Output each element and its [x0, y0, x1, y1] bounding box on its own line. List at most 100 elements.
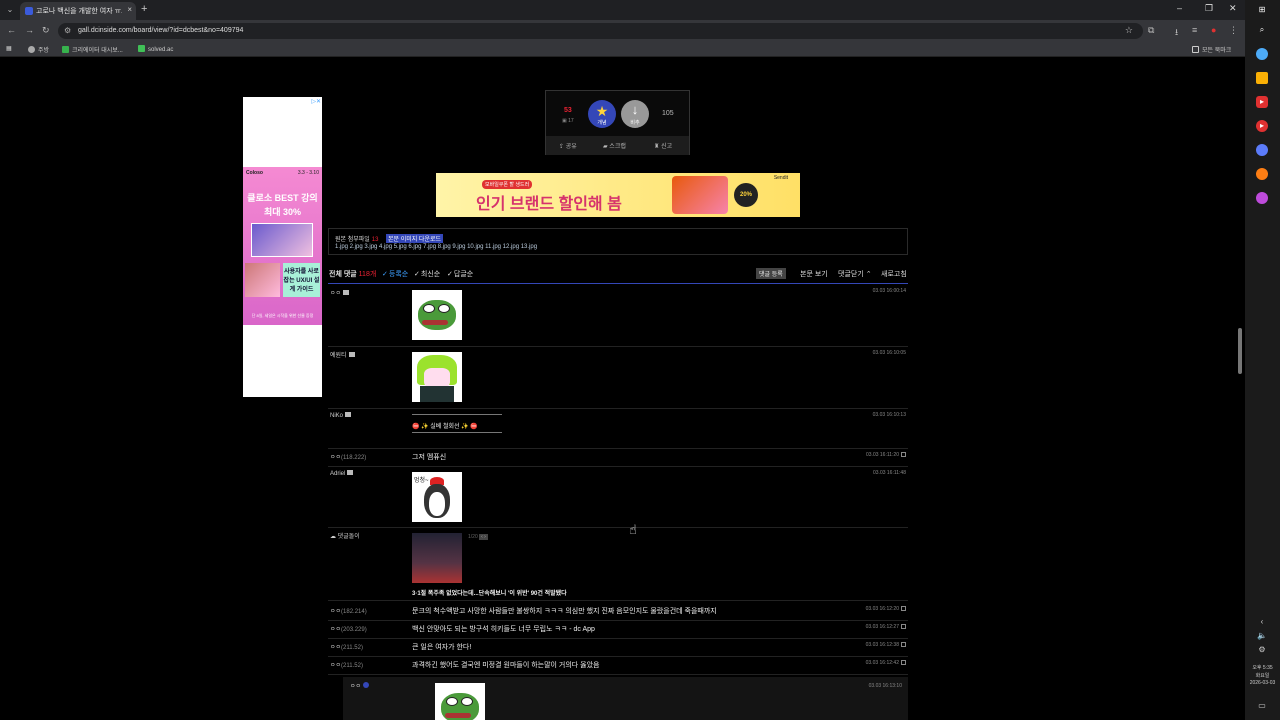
clock-date[interactable]: 2026-03-03: [1247, 680, 1278, 686]
chevron-icon[interactable]: ‹: [1256, 616, 1268, 628]
reply-nick[interactable]: ㅇㅇ: [350, 681, 369, 690]
comment-total: 전체 댓글 118개: [329, 271, 377, 278]
pager-arrows-icon[interactable]: ‹ ›: [479, 534, 488, 540]
reply-comment: ㅇㅇ 03.03 16:13:10: [343, 677, 908, 720]
downvote-button[interactable]: ↓ 비추: [621, 100, 649, 128]
bookmark-star-icon[interactable]: ☆: [1125, 25, 1133, 36]
site-info-icon[interactable]: ⚙: [64, 26, 71, 35]
menu-icon[interactable]: ⋮: [1229, 25, 1238, 36]
notification-icon[interactable]: ▭: [1256, 700, 1268, 712]
reload-icon[interactable]: ↻: [42, 25, 50, 36]
comment-nick[interactable]: ㅇㅇ(211.52): [330, 642, 363, 651]
comment-body: [412, 290, 462, 340]
profile-icon[interactable]: ●: [1211, 25, 1216, 35]
discord-icon[interactable]: [1256, 144, 1268, 156]
attachment-list[interactable]: 1.jpg 2.jpg 3.jpg 4.jpg 5.jpg 6.jpg 7.jp…: [335, 244, 537, 250]
volume-icon[interactable]: 🔈: [1256, 630, 1268, 642]
back-icon[interactable]: ←: [7, 25, 16, 35]
comment-nick[interactable]: NiKo: [330, 412, 352, 419]
extensions-icon[interactable]: ⧉: [1148, 25, 1154, 36]
comment-nick[interactable]: ㅇㅇ(118.222): [330, 452, 366, 461]
media-icon[interactable]: ≡: [1192, 25, 1197, 35]
ad-close-icon[interactable]: ▷✕: [311, 98, 321, 105]
search-icon[interactable]: ⌕: [1256, 24, 1268, 36]
comment-date: 03.03 16:12:20: [866, 606, 906, 612]
refresh-button[interactable]: 새로고침: [881, 269, 907, 279]
comment-date: 03.03 16:11:20: [866, 452, 906, 458]
youtube-icon[interactable]: ▸: [1256, 96, 1268, 108]
mid-ad-banner[interactable]: 모바일쿠폰 할 생드러 인기 브랜드 할인해 봄 20% Sendit: [436, 173, 800, 217]
sort-replies[interactable]: ✓답글순: [447, 269, 473, 279]
delete-icon[interactable]: [901, 624, 906, 629]
firefox-icon[interactable]: [1256, 168, 1268, 180]
new-tab-icon[interactable]: +: [141, 3, 147, 15]
downvote-label: 비추: [630, 120, 640, 126]
ad-foot: 단 8일, 세일은 시작을 위한 선물 증정: [251, 313, 314, 318]
comment-nick[interactable]: Adriel: [330, 470, 354, 477]
comment-nick[interactable]: ㅇㅇ(182.214): [330, 606, 367, 615]
clock-day[interactable]: 화요일: [1247, 672, 1278, 679]
forward-icon[interactable]: →: [25, 25, 34, 35]
youtube-music-icon[interactable]: ▸: [1256, 120, 1268, 132]
sort-registered[interactable]: ✓등록순: [382, 269, 408, 279]
delete-icon[interactable]: [901, 642, 906, 647]
minimize-icon[interactable]: –: [1177, 3, 1182, 13]
settings-icon[interactable]: ⚙: [1256, 644, 1268, 656]
comment-nick[interactable]: ㅇㅇ(211.52): [330, 660, 363, 669]
check-icon: ✓: [414, 271, 420, 278]
window-close-icon[interactable]: ✕: [1229, 3, 1237, 14]
clock-time[interactable]: 오후 5:35: [1247, 664, 1278, 671]
all-bookmarks[interactable]: 모든 북마크: [1192, 45, 1231, 54]
share-icon: ⇪: [559, 144, 565, 150]
pepe-dccon-image: [435, 683, 485, 720]
bookmark-1[interactable]: 크리에이터 대시보...: [62, 45, 123, 54]
tab-close-icon[interactable]: ×: [127, 5, 132, 14]
close-comments-button[interactable]: 댓글닫기 ⌃: [838, 269, 872, 279]
apps-icon[interactable]: ▦: [6, 45, 12, 52]
scrap-button[interactable]: ▰ 스크랩: [603, 141, 626, 150]
comment-nick[interactable]: ㅇㅇ(203.229): [330, 624, 367, 633]
favicon-icon: [25, 7, 33, 15]
chrome-icon[interactable]: [1256, 48, 1268, 60]
mid-ad-logo: Sendit: [773, 175, 788, 181]
siren-icon: ♜: [654, 144, 660, 150]
bookmark-2[interactable]: solved.ac: [138, 45, 173, 53]
comment-register-button[interactable]: 댓글 등록: [756, 268, 786, 279]
report-button[interactable]: ♜ 신고: [654, 141, 672, 150]
tab-search-icon[interactable]: ⌄: [4, 4, 16, 16]
scrollbar-thumb[interactable]: [1238, 328, 1242, 374]
bookmark-0[interactable]: 주방: [28, 45, 49, 54]
view-body-button[interactable]: 본문 보기: [800, 269, 828, 279]
side-ad[interactable]: ▷✕ Coloso 3.3 - 3.10 클로소 BEST 강의 최대 30% …: [243, 97, 322, 397]
download-icon[interactable]: ⭳: [1175, 25, 1178, 41]
news-headline[interactable]: 3·1절 폭주족 없었다는데...단속해보니 '이 위반' 90건 적발됐다: [412, 588, 567, 597]
restore-icon[interactable]: ❐: [1205, 3, 1213, 14]
windows-icon[interactable]: ⊞: [1256, 4, 1268, 16]
ad-banner[interactable]: Coloso 3.3 - 3.10 클로소 BEST 강의 최대 30% 사용자…: [243, 167, 322, 325]
scrollbar-track[interactable]: [1236, 57, 1245, 720]
news-thumbnail-link[interactable]: [412, 533, 462, 583]
sort-newest[interactable]: ✓최신순: [414, 269, 440, 279]
upvote-button[interactable]: ★ 개념: [588, 100, 616, 128]
url-bar[interactable]: ⚙ gall.dcinside.com/board/view/?id=dcbes…: [58, 23, 1143, 39]
comment-nick[interactable]: ㅇㅇ: [330, 288, 350, 297]
fixed-nick-icon: [345, 412, 352, 417]
ad-line1: 클로소 BEST 강의: [247, 193, 318, 203]
delete-icon[interactable]: [901, 660, 906, 665]
comments-header: 전체 댓글 118개 ✓등록순 ✓최신순 ✓답글순 댓글 등록 본문 보기 댓글…: [328, 267, 908, 284]
comment-nick[interactable]: 예원티: [330, 350, 355, 359]
comment-body: 큰 일은 여자가 한다!: [412, 644, 472, 651]
right-sidebar: ⊞ ⌕ ▸ ▸ ‹ 🔈 ⚙ 오후 5:35 화요일 2026-03-03 ▭: [1245, 0, 1280, 720]
folder-icon[interactable]: [1256, 72, 1268, 84]
delete-icon[interactable]: [901, 606, 906, 611]
comment-date: 03.03 16:12:38: [866, 642, 906, 648]
comment-nick[interactable]: ☁ 댓글돌이: [330, 531, 360, 540]
download-images-button[interactable]: 본문 이미지 다운로드: [386, 234, 444, 243]
messenger-icon[interactable]: [1256, 192, 1268, 204]
url-text[interactable]: gall.dcinside.com/board/view/?id=dcbest&…: [78, 27, 243, 34]
active-tab[interactable]: 고로나 백신을 개발한 여자 ㅠ... ×: [20, 2, 136, 20]
delete-icon[interactable]: [901, 452, 906, 457]
comment-row: ㅇㅇ(211.52) 과격하긴 했어도 결국엔 미정결 원마들이 하는말이 거의…: [328, 657, 908, 675]
tab-title: 고로나 백신을 개발한 여자 ㅠ...: [36, 8, 122, 15]
share-button[interactable]: ⇪ 공유: [559, 141, 577, 150]
